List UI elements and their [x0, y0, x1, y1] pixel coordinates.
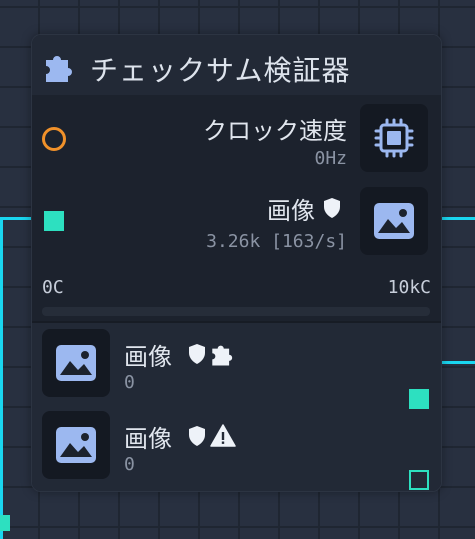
cpu-chip-icon: [374, 118, 414, 158]
clock-speed-label: クロック速度: [203, 117, 347, 145]
checksum-verifier-node[interactable]: チェックサム検証器 クロック速度 0Hz 画像 3.26k [163/s] 0C: [31, 34, 442, 492]
output-image-icon-box[interactable]: [42, 329, 110, 397]
image-icon-box[interactable]: [360, 187, 428, 255]
node-title: チェックサム検証器: [90, 54, 351, 87]
range-max-label: 10kC: [387, 277, 431, 298]
wire-right-bottom[interactable]: [439, 361, 475, 364]
shield-icon: [189, 426, 205, 446]
range-min-label: 0C: [42, 277, 64, 298]
output-image-value: 0: [124, 372, 135, 393]
output-image-label-2: 画像: [124, 425, 172, 453]
wire-left-horizontal[interactable]: [0, 217, 32, 220]
wire-left-vertical[interactable]: [0, 217, 3, 539]
image-icon: [56, 427, 96, 463]
image-input-value: 3.26k [163/s]: [206, 231, 347, 252]
output-image-label: 画像: [124, 343, 172, 371]
cpu-chip-icon-box[interactable]: [360, 104, 428, 172]
wire-end-port[interactable]: [0, 515, 10, 531]
image-output-port-2[interactable]: [409, 470, 429, 490]
shield-icon: [189, 344, 205, 364]
image-input-label: 画像: [267, 197, 315, 225]
warning-icon: [210, 424, 236, 447]
node-header[interactable]: チェックサム検証器: [32, 35, 441, 95]
wire-right-top[interactable]: [439, 217, 475, 220]
checksum-progress-bar[interactable]: [42, 307, 430, 316]
image-output-port[interactable]: [409, 389, 429, 409]
image-icon: [374, 203, 414, 239]
output-image-icon-box-2[interactable]: [42, 411, 110, 479]
outputs-section: 画像 0 画像 0: [32, 323, 441, 491]
puzzle-icon: [212, 345, 233, 366]
clock-speed-value: 0Hz: [314, 148, 347, 169]
image-icon: [56, 345, 96, 381]
clock-input-port[interactable]: [42, 127, 66, 151]
output-image-value-2: 0: [124, 454, 135, 475]
image-input-port[interactable]: [44, 211, 64, 231]
puzzle-icon: [46, 56, 72, 82]
shield-icon: [324, 198, 340, 218]
